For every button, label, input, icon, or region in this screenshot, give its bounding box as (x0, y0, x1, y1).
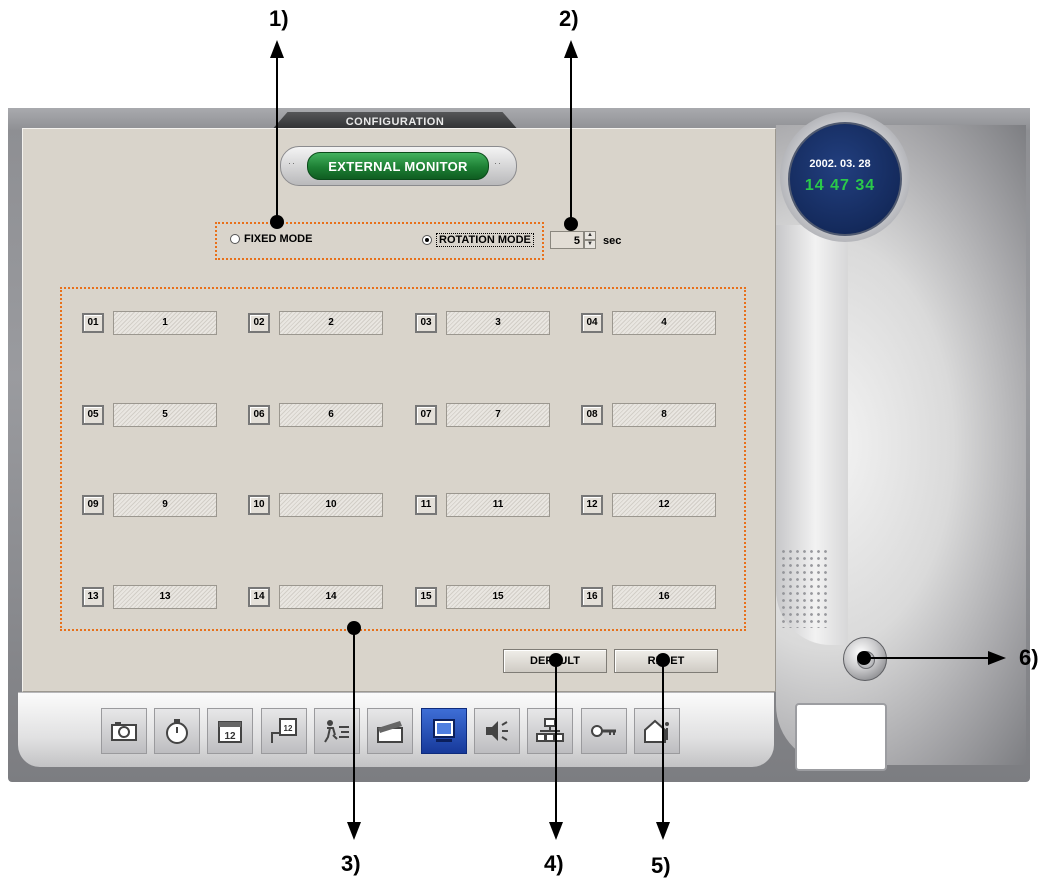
camera-channel-field[interactable]: 12 (612, 493, 716, 517)
camera-channel-field[interactable]: 13 (113, 585, 217, 609)
radio-checked-icon (422, 235, 432, 245)
schedule-icon: 12 (271, 718, 297, 743)
toolbar-house-info-button[interactable] (634, 708, 680, 754)
camera-number-badge: 06 (248, 405, 270, 425)
camera-channel-field[interactable]: 7 (446, 403, 550, 427)
callout-6-label: 6) (1019, 645, 1039, 670)
pill-dots-left-icon: ·· (288, 158, 296, 168)
callout-6-arrow-icon (988, 651, 1006, 665)
camera-channel-field[interactable]: 3 (446, 311, 550, 335)
fixed-mode-radio[interactable]: FIXED MODE (230, 233, 312, 245)
calendar-icon: 12 (218, 721, 242, 743)
toolbar-network-button[interactable] (527, 708, 573, 754)
callout-2-dot (564, 217, 578, 231)
speaker-icon (486, 721, 508, 741)
callout-5-arrow-icon (656, 822, 670, 840)
camera-channel-field[interactable]: 9 (113, 493, 217, 517)
camera-number-badge: 04 (581, 313, 603, 333)
camera-channel-field[interactable]: 4 (612, 311, 716, 335)
callout-4-dot (549, 653, 563, 667)
camera-channel-field[interactable]: 5 (113, 403, 217, 427)
camera-number-badge: 10 (248, 495, 270, 515)
clock-date: 2002. 03. 28 (809, 158, 871, 170)
camera-number-badge: 14 (248, 587, 270, 607)
callout-5-line (662, 660, 664, 824)
camera-channel-field[interactable]: 15 (446, 585, 550, 609)
camera-number-badge: 12 (581, 495, 603, 515)
camera-number-badge: 01 (82, 313, 104, 333)
camera-number-badge: 13 (82, 587, 104, 607)
fixed-mode-label: FIXED MODE (244, 233, 313, 245)
camera-number-badge: 05 (82, 405, 104, 425)
rotation-interval-input[interactable]: 5 (550, 231, 584, 249)
camera-number-badge: 09 (82, 495, 104, 515)
camera-channel-field[interactable]: 2 (279, 311, 383, 335)
camera-number-badge: 16 (581, 587, 603, 607)
callout-3-dot (347, 621, 361, 635)
network-icon (536, 718, 564, 742)
stopwatch-icon (166, 719, 188, 744)
toolbar-key-button[interactable] (581, 708, 627, 754)
stepper-up-icon[interactable]: ▲ (584, 231, 596, 240)
callout-6-dot (857, 651, 871, 665)
callout-3-arrow-icon (347, 822, 361, 840)
svg-text:12: 12 (224, 731, 236, 742)
toolbar-camera-button[interactable] (101, 708, 147, 754)
callout-6-line (864, 657, 992, 659)
toolbar-stopwatch-button[interactable] (154, 708, 200, 754)
camera-number-badge: 07 (415, 405, 437, 425)
speaker-grille (780, 548, 828, 628)
camera-channel-field[interactable]: 11 (446, 493, 550, 517)
callout-5-dot (656, 653, 670, 667)
camera-icon (111, 722, 137, 741)
callout-2-label: 2) (559, 6, 579, 31)
camera-channel-field[interactable]: 6 (279, 403, 383, 427)
rotation-mode-radio[interactable]: ROTATION MODE (422, 233, 534, 247)
camera-channel-field[interactable]: 10 (279, 493, 383, 517)
camera-number-badge: 08 (581, 405, 603, 425)
toolbar-speaker-button[interactable] (474, 708, 520, 754)
camera-channel-field[interactable]: 1 (113, 311, 217, 335)
clock-time: 14 47 34 (804, 177, 876, 194)
toolbar-schedule-button[interactable]: 12 (261, 708, 307, 754)
radio-unchecked-icon (230, 234, 240, 244)
toolbar-calendar-button[interactable]: 12 (207, 708, 253, 754)
rotation-mode-label: ROTATION MODE (436, 233, 534, 247)
stepper-down-icon[interactable]: ▼ (584, 240, 596, 249)
callout-1-dot (270, 215, 284, 229)
section-title: EXTERNAL MONITOR (307, 152, 489, 180)
callout-1-label: 1) (269, 6, 289, 31)
svg-text:12: 12 (284, 724, 293, 733)
camera-number-badge: 03 (415, 313, 437, 333)
callout-4-label: 4) (544, 851, 564, 876)
callout-3-label: 3) (341, 851, 361, 876)
key-icon (591, 725, 616, 737)
camera-channel-field[interactable]: 16 (612, 585, 716, 609)
interval-unit-label: sec (603, 235, 622, 247)
clapper-icon (377, 721, 403, 743)
callout-1-line (276, 56, 278, 222)
logo-box (795, 703, 887, 771)
toolbar-monitor-button[interactable] (421, 708, 467, 754)
camera-channel-field[interactable]: 8 (612, 403, 716, 427)
camera-number-badge: 11 (415, 495, 437, 515)
pill-dots-right-icon: ·· (494, 158, 502, 168)
house-info-icon (644, 719, 669, 743)
rotation-interval-stepper[interactable]: ▲ ▼ (584, 231, 596, 249)
motion-icon (324, 720, 349, 743)
toolbar-clapper-button[interactable] (367, 708, 413, 754)
camera-channel-field[interactable]: 14 (279, 585, 383, 609)
callout-2-line (570, 56, 572, 224)
callout-4-arrow-icon (549, 822, 563, 840)
monitor-icon (433, 719, 455, 742)
camera-number-badge: 02 (248, 313, 270, 333)
camera-number-badge: 15 (415, 587, 437, 607)
callout-3-line (353, 628, 355, 824)
callout-5-label: 5) (651, 853, 671, 878)
callout-4-line (555, 660, 557, 824)
camera-grid-highlight (60, 287, 746, 631)
